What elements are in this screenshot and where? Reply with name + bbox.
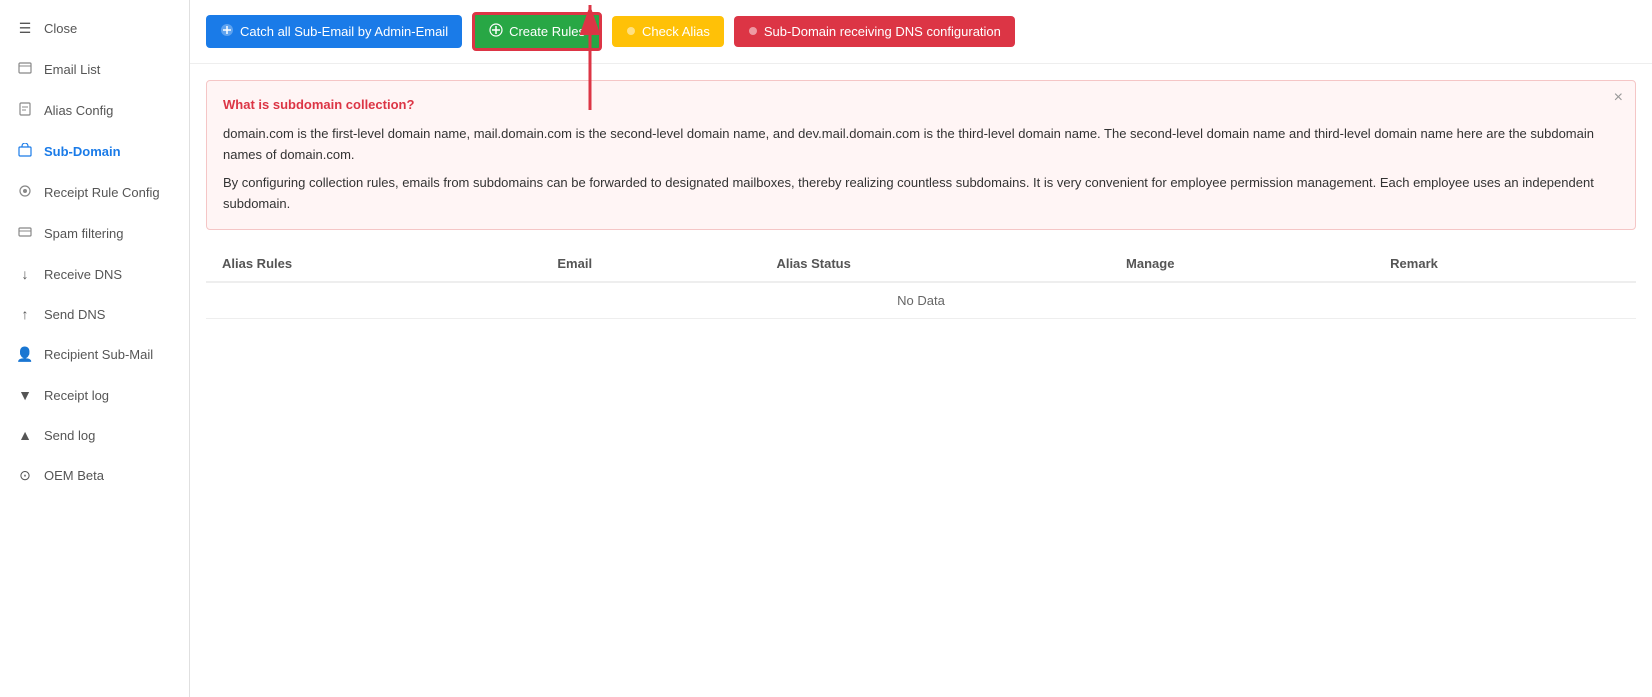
sidebar-label-send-log: Send log — [44, 428, 95, 443]
table-header-row: Alias RulesEmailAlias StatusManageRemark — [206, 246, 1636, 282]
sidebar-label-receipt-log: Receipt log — [44, 388, 109, 403]
sidebar-icon-send-log: ▲ — [16, 427, 34, 443]
btn-label-sub-domain-dns: Sub-Domain receiving DNS configuration — [764, 24, 1001, 39]
table-header: Alias RulesEmailAlias StatusManageRemark — [206, 246, 1636, 282]
th-manage: Manage — [1110, 246, 1374, 282]
sidebar-label-send-dns: Send DNS — [44, 307, 105, 322]
sidebar-icon-alias-config — [16, 102, 34, 119]
btn-check-alias[interactable]: Check Alias — [612, 16, 724, 47]
th-alias-status: Alias Status — [760, 246, 1110, 282]
sidebar-label-receive-dns: Receive DNS — [44, 267, 122, 282]
sidebar-label-email-list: Email List — [44, 62, 100, 77]
toolbar: Catch all Sub-Email by Admin-Email Create… — [190, 0, 1652, 64]
sidebar-icon-receive-dns: ↓ — [16, 266, 34, 282]
btn-create-rules[interactable]: Create Rules — [472, 12, 602, 51]
main-content: Catch all Sub-Email by Admin-Email Create… — [190, 0, 1652, 697]
btn-label-catch-all: Catch all Sub-Email by Admin-Email — [240, 24, 448, 39]
sidebar-label-sub-domain: Sub-Domain — [44, 144, 121, 159]
info-box-paragraph2: By configuring collection rules, emails … — [223, 173, 1619, 215]
no-data-cell: No Data — [206, 282, 1636, 319]
sidebar: ☰ Close Email List Alias Config Sub-Domain Re… — [0, 0, 190, 697]
btn-label-check-alias: Check Alias — [642, 24, 710, 39]
sidebar-item-spam-filtering[interactable]: Spam filtering — [0, 213, 189, 254]
sidebar-item-send-dns[interactable]: ↑ Send DNS — [0, 294, 189, 334]
data-table: Alias RulesEmailAlias StatusManageRemark… — [206, 246, 1636, 319]
sidebar-label-close: Close — [44, 21, 77, 36]
sidebar-label-spam-filtering: Spam filtering — [44, 226, 123, 241]
sidebar-icon-send-dns: ↑ — [16, 306, 34, 322]
info-box: What is subdomain collection? domain.com… — [206, 80, 1636, 230]
sidebar-item-receipt-rule-config[interactable]: Receipt Rule Config — [0, 172, 189, 213]
info-box-title: What is subdomain collection? — [223, 95, 1619, 116]
sidebar-icon-receipt-log: ▼ — [16, 387, 34, 403]
btn-label-create-rules: Create Rules — [509, 24, 585, 39]
sidebar-item-alias-config[interactable]: Alias Config — [0, 90, 189, 131]
sidebar-icon-oem-beta: ⊙ — [16, 467, 34, 484]
sidebar-label-receipt-rule-config: Receipt Rule Config — [44, 185, 160, 200]
sidebar-label-alias-config: Alias Config — [44, 103, 113, 118]
btn-icon-sub-domain-dns — [748, 24, 758, 39]
btn-catch-all[interactable]: Catch all Sub-Email by Admin-Email — [206, 15, 462, 48]
btn-icon-create-rules — [489, 23, 503, 40]
info-box-paragraph1: domain.com is the first-level domain nam… — [223, 124, 1619, 166]
sidebar-item-recipient-sub-mail[interactable]: 👤 Recipient Sub-Mail — [0, 334, 189, 375]
sidebar-icon-email-list — [16, 61, 34, 78]
th-alias-rules: Alias Rules — [206, 246, 541, 282]
info-box-close-button[interactable]: × — [1614, 89, 1623, 107]
sidebar-item-send-log[interactable]: ▲ Send log — [0, 415, 189, 455]
sidebar-icon-recipient-sub-mail: 👤 — [16, 346, 34, 363]
sidebar-item-receipt-log[interactable]: ▼ Receipt log — [0, 375, 189, 415]
btn-sub-domain-dns[interactable]: Sub-Domain receiving DNS configuration — [734, 16, 1015, 47]
sidebar-item-sub-domain[interactable]: Sub-Domain — [0, 131, 189, 172]
th-remark: Remark — [1374, 246, 1636, 282]
sidebar-icon-sub-domain — [16, 143, 34, 160]
table-body: No Data — [206, 282, 1636, 319]
sidebar-item-oem-beta[interactable]: ⊙ OEM Beta — [0, 455, 189, 496]
btn-icon-catch-all — [220, 23, 234, 40]
sidebar-item-close[interactable]: ☰ Close — [0, 8, 189, 49]
sidebar-label-recipient-sub-mail: Recipient Sub-Mail — [44, 347, 153, 362]
sidebar-icon-spam-filtering — [16, 225, 34, 242]
sidebar-item-email-list[interactable]: Email List — [0, 49, 189, 90]
sidebar-icon-close: ☰ — [16, 20, 34, 37]
th-email: Email — [541, 246, 760, 282]
btn-icon-check-alias — [626, 24, 636, 39]
sidebar-icon-receipt-rule-config — [16, 184, 34, 201]
sidebar-label-oem-beta: OEM Beta — [44, 468, 104, 483]
sidebar-item-receive-dns[interactable]: ↓ Receive DNS — [0, 254, 189, 294]
table-section: Alias RulesEmailAlias StatusManageRemark… — [206, 246, 1636, 319]
table-no-data-row: No Data — [206, 282, 1636, 319]
